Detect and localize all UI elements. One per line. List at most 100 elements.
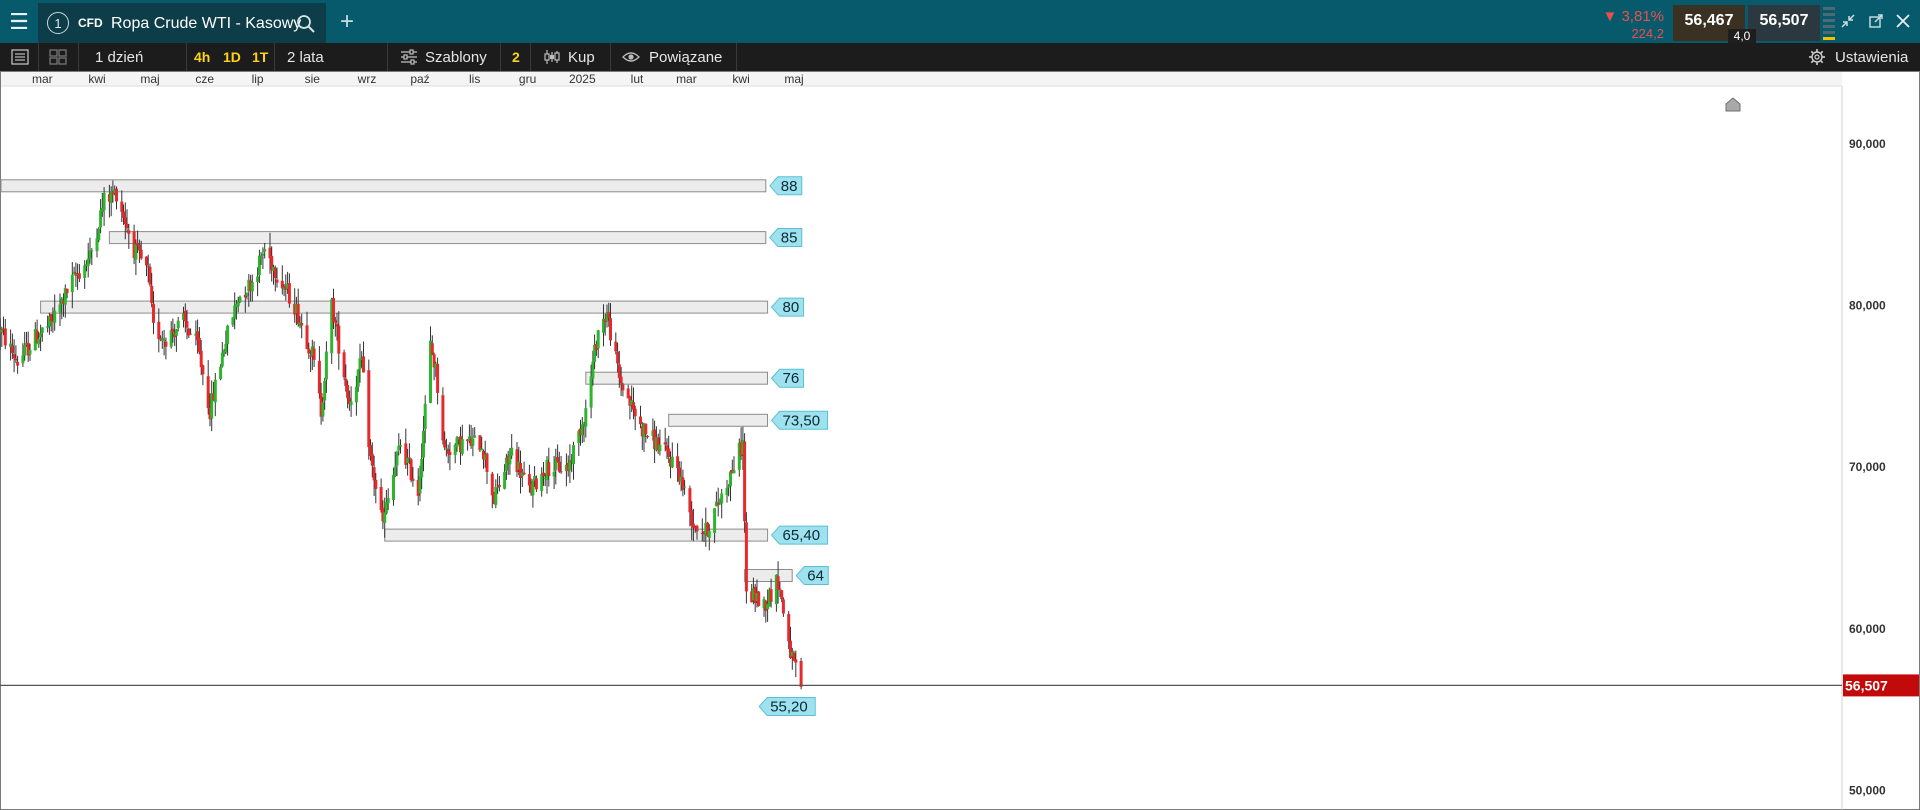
candle[interactable]: [681, 469, 685, 497]
candle[interactable]: [213, 373, 217, 417]
candle[interactable]: [556, 444, 560, 463]
level-marker[interactable]: 85: [769, 228, 803, 248]
price-level-zone[interactable]: [668, 413, 769, 427]
candle[interactable]: [757, 590, 761, 607]
candle[interactable]: [547, 447, 551, 487]
price-level-zone[interactable]: [744, 569, 793, 582]
candle[interactable]: [9, 329, 13, 361]
candle[interactable]: [210, 380, 214, 432]
candle[interactable]: [26, 331, 30, 362]
candle[interactable]: [531, 479, 535, 508]
candle[interactable]: [732, 456, 736, 474]
range-selector[interactable]: 2 lata: [287, 43, 324, 71]
candle[interactable]: [557, 451, 561, 473]
candle[interactable]: [97, 226, 101, 243]
candle[interactable]: [743, 433, 747, 533]
quick-interval-4h[interactable]: 4h: [194, 43, 210, 71]
candle[interactable]: [160, 330, 164, 349]
candle[interactable]: [99, 199, 103, 234]
candle[interactable]: [519, 450, 522, 494]
candle[interactable]: [337, 311, 341, 370]
templates-button[interactable]: Szablony: [400, 43, 487, 71]
level-marker[interactable]: 88: [769, 176, 803, 196]
candle[interactable]: [441, 387, 445, 445]
templates-count-badge[interactable]: 2: [512, 43, 520, 71]
level-marker[interactable]: 65,40: [770, 525, 829, 545]
candle[interactable]: [744, 512, 748, 604]
candle[interactable]: [429, 326, 432, 404]
candle[interactable]: [397, 433, 401, 456]
candle[interactable]: [296, 288, 300, 327]
candle[interactable]: [58, 293, 62, 327]
level-marker[interactable]: 73,50: [770, 410, 829, 430]
settings-button[interactable]: Ustawienia: [1808, 43, 1908, 71]
candle[interactable]: [494, 479, 498, 509]
candle[interactable]: [273, 265, 277, 292]
minimize-window-icon[interactable]: [1839, 12, 1857, 30]
candle[interactable]: [201, 364, 205, 386]
list-view-button[interactable]: [10, 43, 30, 71]
candle[interactable]: [448, 442, 452, 471]
candle[interactable]: [148, 263, 152, 287]
candle[interactable]: [305, 311, 309, 350]
candle[interactable]: [16, 355, 20, 374]
candle[interactable]: [568, 444, 572, 483]
candlestick-chart-svg[interactable]: mar kwi maj cze lip sie wrz paź lis gru 2025 lut mar…: [0, 71, 1920, 810]
candle[interactable]: [729, 470, 732, 502]
level-marker[interactable]: 76: [770, 368, 805, 388]
candle[interactable]: [53, 294, 57, 331]
candle[interactable]: [206, 360, 210, 415]
hamburger-menu-icon[interactable]: ☰: [0, 0, 38, 43]
candle[interactable]: [554, 448, 558, 485]
candle[interactable]: [342, 349, 346, 380]
candle[interactable]: [174, 328, 178, 352]
candle[interactable]: [781, 597, 785, 617]
search-icon[interactable]: [295, 13, 317, 35]
scroll-end-marker-icon[interactable]: [1725, 97, 1741, 112]
candle[interactable]: [471, 427, 475, 457]
related-button[interactable]: Powiązane: [622, 43, 722, 71]
price-level-zone[interactable]: [108, 231, 767, 245]
candle[interactable]: [628, 395, 632, 420]
candle[interactable]: [572, 441, 575, 480]
candle[interactable]: [436, 357, 440, 405]
level-marker[interactable]: 55,20: [758, 697, 816, 717]
buy-order-button[interactable]: Kup: [543, 43, 595, 71]
layout-grid-button[interactable]: [48, 43, 68, 71]
price-level-zone[interactable]: [585, 371, 768, 385]
candle[interactable]: [430, 335, 434, 356]
buy-price-button[interactable]: 56,507: [1748, 5, 1820, 41]
candle[interactable]: [238, 295, 242, 304]
candle[interactable]: [614, 332, 618, 355]
candle[interactable]: [187, 327, 191, 338]
quick-interval-1d[interactable]: 1D: [223, 43, 241, 71]
candle[interactable]: [497, 476, 501, 492]
level-marker[interactable]: 80: [770, 297, 805, 317]
price-level-zone[interactable]: [40, 300, 769, 314]
candle[interactable]: [515, 442, 519, 477]
candle[interactable]: [250, 274, 254, 302]
candle[interactable]: [197, 327, 201, 355]
candle[interactable]: [176, 316, 180, 332]
candle[interactable]: [644, 423, 648, 443]
candle[interactable]: [317, 346, 321, 399]
quick-interval-1t[interactable]: 1T: [252, 43, 268, 71]
candle[interactable]: [102, 187, 106, 226]
price-chart[interactable]: mar kwi maj cze lip sie wrz paź lis gru 2025 lut mar…: [0, 71, 1920, 810]
candle[interactable]: [580, 417, 584, 444]
candle[interactable]: [379, 478, 383, 513]
close-icon[interactable]: [1894, 12, 1912, 30]
candle[interactable]: [720, 488, 724, 519]
candle[interactable]: [287, 273, 291, 308]
candle[interactable]: [584, 399, 588, 438]
candle[interactable]: [115, 186, 118, 210]
candle[interactable]: [280, 265, 284, 295]
candle[interactable]: [799, 657, 803, 690]
candle[interactable]: [522, 461, 526, 475]
candle[interactable]: [646, 435, 650, 439]
candle[interactable]: [220, 342, 224, 368]
candle[interactable]: [399, 439, 402, 454]
candle[interactable]: [3, 319, 7, 350]
candle[interactable]: [12, 339, 16, 373]
candle[interactable]: [460, 424, 464, 456]
